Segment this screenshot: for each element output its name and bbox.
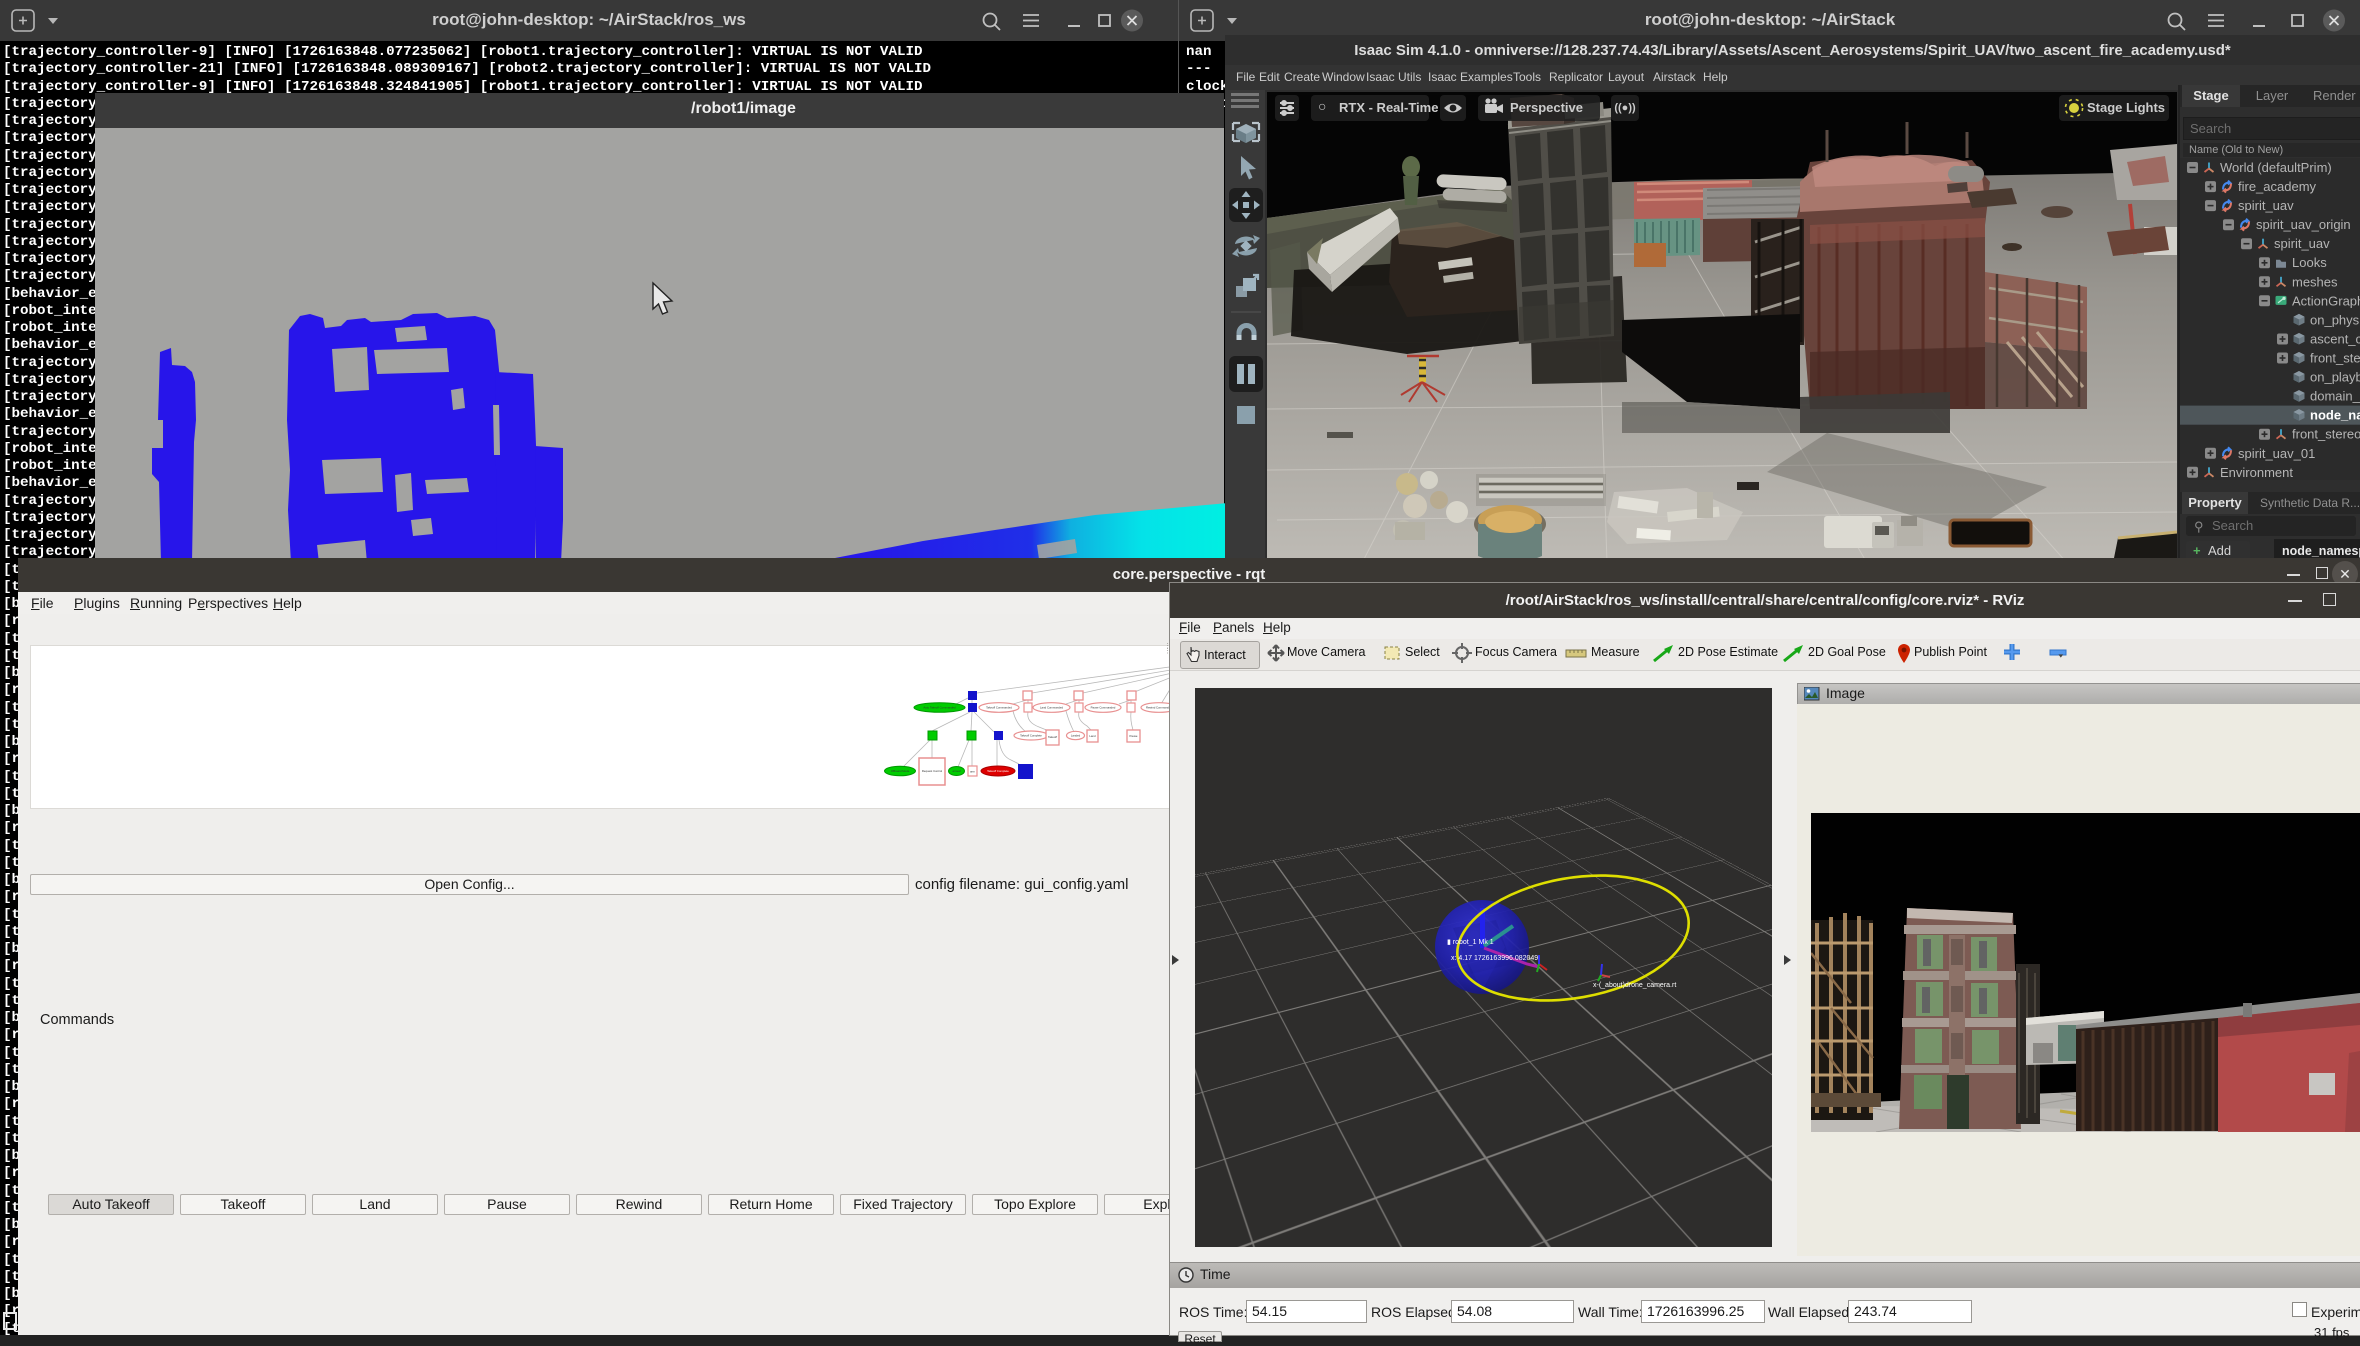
svg-text:x: 4.17 1726163996.082049: x: 4.17 1726163996.082049	[1451, 955, 1538, 962]
svg-text:x-(_about)drone_camera.rt: x-(_about)drone_camera.rt	[1593, 982, 1676, 989]
svg-text:Takeoff Complete: Takeoff Complete	[1020, 734, 1042, 738]
svg-text:Offboard Mode: Offboard Mode	[891, 769, 910, 773]
svg-text:ActionGraph: ActionGraph	[2292, 293, 2360, 308]
svg-text:World (defaultPrim): World (defaultPrim)	[2220, 160, 2332, 175]
svg-text:Looks: Looks	[2292, 255, 2327, 270]
svg-text:spirit_uav_01: spirit_uav_01	[2238, 446, 2315, 461]
svg-text:Pause Commanded: Pause Commanded	[1091, 706, 1116, 710]
svg-text:fire_academy: fire_academy	[2238, 179, 2317, 194]
svg-text:Auto Takeoff Commanded: Auto Takeoff Commanded	[923, 706, 956, 710]
svg-text:front_stereo: front_stereo	[2292, 427, 2360, 442]
svg-text:ascent_c: ascent_c	[2310, 332, 2360, 347]
svg-text:Pause: Pause	[1130, 734, 1138, 738]
svg-text:node_na: node_na	[2310, 408, 2360, 423]
svg-text:spirit_uav_origin: spirit_uav_origin	[2256, 217, 2351, 232]
svg-text:Landed: Landed	[1071, 734, 1081, 738]
svg-text:front_ste: front_ste	[2310, 351, 2360, 366]
svg-text:Environment: Environment	[2220, 465, 2293, 480]
svg-text:on_phys: on_phys	[2310, 312, 2360, 327]
svg-text:Rewind Commanded: Rewind Commanded	[1146, 706, 1173, 710]
svg-text:on_playb: on_playb	[2310, 370, 2360, 385]
svg-text:Takeoff Complete: Takeoff Complete	[987, 769, 1009, 773]
svg-text:arm: arm	[970, 770, 975, 774]
svg-text:spirit_uav: spirit_uav	[2274, 236, 2330, 251]
svg-text:Request Control: Request Control	[922, 769, 943, 773]
svg-text:Takeoff Commanded: Takeoff Commanded	[986, 706, 1012, 710]
svg-text:armed: armed	[953, 769, 961, 773]
svg-text:▮ robot_1 Mk 1: ▮ robot_1 Mk 1	[1447, 939, 1494, 946]
svg-text:domain_: domain_	[2310, 389, 2360, 404]
svg-text:spirit_uav: spirit_uav	[2238, 198, 2294, 213]
svg-text:Land Commanded: Land Commanded	[1040, 706, 1063, 710]
svg-text:Takeoff: Takeoff	[1048, 735, 1057, 739]
svg-text:Land: Land	[1089, 734, 1096, 738]
svg-text:meshes: meshes	[2292, 274, 2338, 289]
